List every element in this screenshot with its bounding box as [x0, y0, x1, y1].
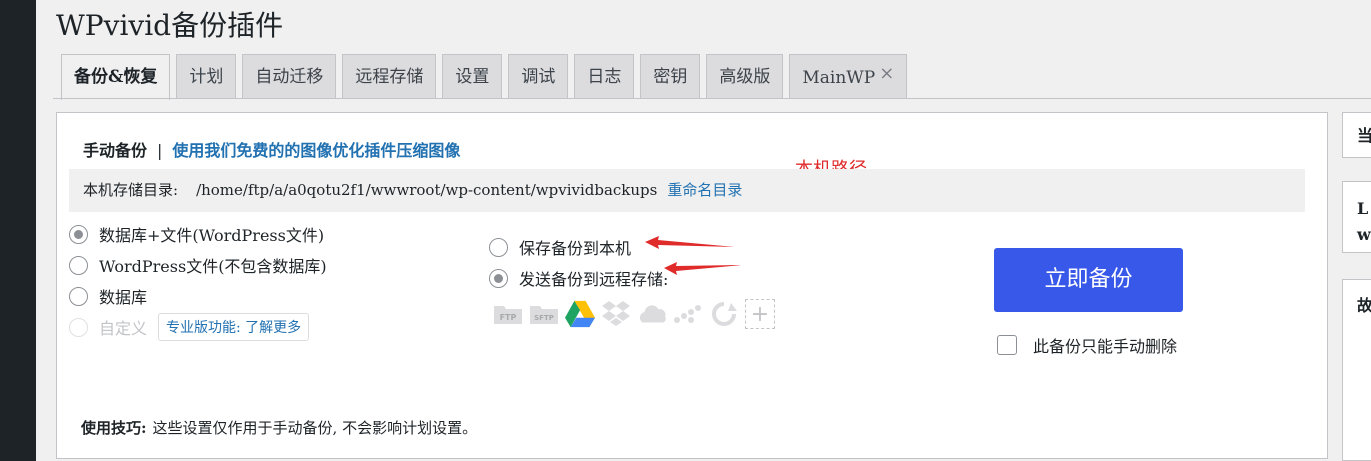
tab-mainwp[interactable]: MainWP × [789, 54, 908, 99]
add-storage-icon[interactable]: + [745, 299, 775, 329]
destination-option-label: 保存备份到本机 [519, 239, 632, 258]
radio-button[interactable] [489, 268, 508, 288]
content-option-label: WordPress文件(不包含数据库) [99, 257, 327, 276]
tab-backup-restore[interactable]: 备份&恢复 [61, 54, 171, 100]
side-box-text: 当 [1357, 126, 1371, 145]
ftp-icon[interactable]: FTP [493, 299, 523, 329]
remote-storage-icons: FTP SFTP + [493, 299, 781, 329]
content-option-files-only[interactable]: WordPress文件(不包含数据库) [69, 253, 327, 277]
local-dir-path: /home/ftp/a/a0qotu2f1/wwwroot/wp-content… [196, 181, 658, 199]
admin-sidebar [0, 0, 36, 461]
manual-backup-title: 手动备份 [83, 141, 148, 160]
manual-delete-checkbox[interactable] [997, 335, 1017, 355]
radio-button[interactable] [69, 224, 88, 244]
dropbox-icon[interactable] [601, 299, 631, 329]
radio-button [69, 317, 88, 337]
tab-settings[interactable]: 设置 [442, 54, 503, 99]
backup-now-button[interactable]: 立即备份 [994, 248, 1183, 312]
content-option-label: 数据库 [99, 288, 148, 307]
image-optimization-link[interactable]: 使用我们免费的的图像优化插件压缩图像 [172, 141, 460, 160]
usage-tip: 使用技巧: 这些设置仅作用于手动备份, 不会影响计划设置。 [81, 417, 477, 438]
tab-logs[interactable]: 日志 [574, 54, 635, 99]
tab-key[interactable]: 密钥 [640, 54, 701, 99]
tabs-divider [53, 98, 1371, 99]
close-icon[interactable]: × [879, 63, 894, 84]
svg-text:SFTP: SFTP [534, 314, 554, 322]
side-box-text: L [1357, 199, 1369, 218]
rename-directory-link[interactable]: 重命名目录 [667, 181, 742, 199]
local-dir-label: 本机存储目录: [83, 181, 179, 199]
destination-option-remote[interactable]: 发送备份到远程存储: [489, 266, 668, 290]
tip-text: 这些设置仅作用于手动备份, 不会影响计划设置。 [152, 419, 478, 437]
manual-backup-panel: 手动备份|使用我们免费的的图像优化插件压缩图像 本机路径 本机存储目录:/hom… [56, 112, 1328, 459]
radio-button[interactable] [69, 286, 88, 306]
manual-delete-option[interactable]: 此备份只能手动删除 [997, 333, 1177, 357]
svg-text:FTP: FTP [500, 313, 517, 322]
tab-auto-migration[interactable]: 自动迁移 [242, 54, 337, 99]
header-separator: | [157, 141, 163, 160]
radio-button[interactable] [69, 255, 88, 275]
side-box-2: Lw [1342, 181, 1371, 253]
tab-debug[interactable]: 调试 [508, 54, 569, 99]
page-title: WPvivid备份插件 [56, 9, 284, 42]
content-option-label: 自定义 [99, 319, 148, 338]
manual-backup-header: 手动备份 | 使用我们免费的的图像优化插件压缩图像 [83, 137, 460, 161]
tab-bar: 备份&恢复 计划 自动迁移 远程存储 设置 调试 日志 密钥 高级版 MainW… [61, 54, 913, 100]
onedrive-icon[interactable] [637, 299, 667, 329]
manual-delete-label: 此备份只能手动删除 [1033, 337, 1178, 356]
side-box-3: 故 [1342, 279, 1371, 461]
sftp-icon[interactable]: SFTP [529, 299, 559, 329]
radio-button[interactable] [489, 237, 508, 257]
pro-feature-link[interactable]: 专业版功能: 了解更多 [158, 313, 310, 341]
content-option-db-only[interactable]: 数据库 [69, 284, 147, 308]
annotation-arrows [645, 236, 740, 275]
annotation-arrow-remote [664, 262, 740, 275]
tab-schedule[interactable]: 计划 [176, 54, 237, 99]
annotation-arrow-local [645, 236, 735, 249]
tab-mainwp-label: MainWP [802, 68, 876, 88]
content-option-label: 数据库+文件(WordPress文件) [99, 226, 325, 245]
destination-option-local[interactable]: 保存备份到本机 [489, 235, 631, 259]
side-box-text: 故 [1357, 296, 1371, 315]
tab-pro[interactable]: 高级版 [706, 54, 784, 99]
wasabi-icon[interactable] [709, 299, 739, 329]
side-box-text: w [1357, 225, 1371, 244]
s3-icon[interactable] [673, 299, 703, 329]
side-box-1: 当 [1342, 112, 1371, 158]
local-storage-bar: 本机存储目录: /home/ftp/a/a0qotu2f1/wwwroot/wp-… [69, 169, 1305, 212]
google-drive-icon[interactable] [565, 299, 595, 329]
content-option-db-files[interactable]: 数据库+文件(WordPress文件) [69, 222, 324, 246]
tip-label: 使用技巧: [81, 419, 147, 437]
tab-remote-storage[interactable]: 远程存储 [342, 54, 437, 99]
content-option-custom: 自定义 专业版功能: 了解更多 [69, 313, 310, 341]
